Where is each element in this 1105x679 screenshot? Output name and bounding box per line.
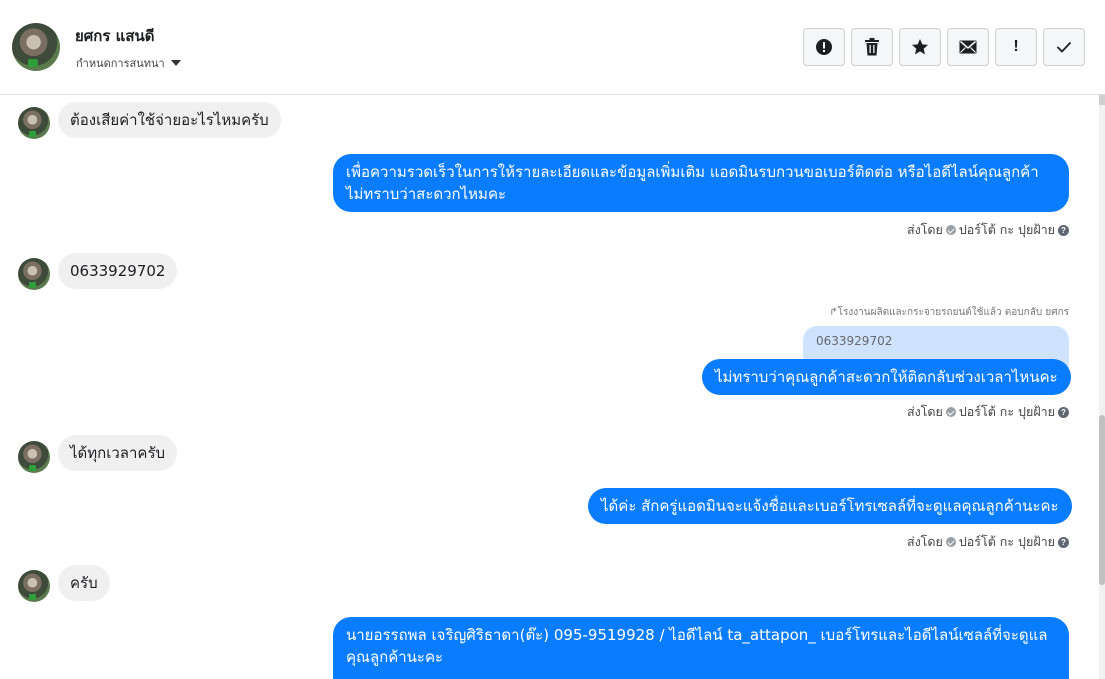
reply-arrow-icon: ↱ — [829, 307, 838, 318]
sender-name[interactable]: ปอร์โต้ กะ ปุยฝ้าย — [959, 532, 1055, 552]
customer-avatar[interactable] — [18, 441, 50, 473]
contact-name[interactable]: ยศกร แสนดี — [75, 24, 155, 48]
exclamation-circle-icon — [816, 39, 832, 55]
outgoing-message: นายอรรถพล เจริญศิริธาดา(ต๊ะ) 095-9519928… — [333, 617, 1069, 679]
trash-icon — [865, 38, 879, 56]
sent-by-info: ส่งโดย ปอร์โต้ กะ ปุยฝ้าย ? — [907, 402, 1069, 422]
conversation-actions: ! — [803, 28, 1085, 66]
outgoing-message: ได้ค่ะ สักครู่แอดมินจะแจ้งชื่อและเบอร์โท… — [588, 488, 1072, 524]
verified-check-icon — [945, 225, 956, 235]
exclamation-icon: ! — [1013, 38, 1019, 55]
checkmark-icon — [1056, 41, 1072, 53]
help-icon[interactable]: ? — [1058, 536, 1069, 548]
verified-check-icon — [945, 537, 956, 547]
star-icon — [912, 39, 928, 55]
follow-up-button[interactable]: ! — [995, 28, 1037, 66]
incoming-message: ครับ — [58, 565, 110, 601]
outgoing-message: ไม่ทราบว่าคุณลูกค้าสะดวกให้ติดกลับช่วงเว… — [702, 359, 1071, 395]
done-button[interactable] — [1043, 28, 1085, 66]
sent-by-label: ส่งโดย — [906, 534, 943, 549]
conversation-header: ยศกร แสนดี กำหนดการสนทนา ! — [0, 0, 1105, 95]
report-button[interactable] — [803, 28, 845, 66]
scrollbar-track-mark — [1099, 95, 1105, 105]
customer-avatar[interactable] — [18, 570, 50, 602]
scrollbar-thumb[interactable] — [1099, 415, 1105, 585]
assign-conversation-dropdown[interactable]: กำหนดการสนทนา — [76, 54, 181, 72]
caret-down-icon — [170, 60, 181, 66]
verified-check-icon — [945, 407, 956, 417]
reply-note-text: โรงงานผลิตและกระจายรถยนต์ใช้แล้ว ตอบกลับ… — [837, 307, 1069, 318]
outgoing-message: เพื่อความรวดเร็วในการให้รายละเอียดและข้อ… — [333, 154, 1069, 212]
contact-avatar[interactable] — [12, 23, 60, 71]
envelope-icon — [959, 40, 977, 54]
incoming-message: ได้ทุกเวลาครับ — [58, 435, 178, 471]
sender-name[interactable]: ปอร์โต้ กะ ปุยฝ้าย — [959, 402, 1055, 422]
thread-scrollbar[interactable] — [1099, 95, 1105, 679]
message-thread: ต้องเสียค่าใช้จ่ายอะไรไหมครับ เพื่อความร… — [0, 95, 1105, 679]
star-button[interactable] — [899, 28, 941, 66]
customer-avatar[interactable] — [18, 107, 50, 139]
customer-avatar[interactable] — [18, 258, 50, 290]
sent-by-label: ส่งโดย — [906, 404, 943, 419]
incoming-message: ต้องเสียค่าใช้จ่ายอะไรไหมครับ — [58, 102, 281, 138]
help-icon[interactable]: ? — [1058, 224, 1069, 236]
sender-name[interactable]: ปอร์โต้ กะ ปุยฝ้าย — [959, 220, 1055, 240]
reply-note: ↱โรงงานผลิตและกระจายรถยนต์ใช้แล้ว ตอบกลั… — [829, 305, 1069, 320]
sent-by-label: ส่งโดย — [906, 222, 943, 237]
help-icon[interactable]: ? — [1058, 406, 1069, 418]
assign-label: กำหนดการสนทนา — [76, 57, 165, 70]
mark-unread-button[interactable] — [947, 28, 989, 66]
sent-by-info: ส่งโดย ปอร์โต้ กะ ปุยฝ้าย ? — [907, 220, 1069, 240]
incoming-message: 0633929702 — [58, 253, 178, 289]
sent-by-info: ส่งโดย ปอร์โต้ กะ ปุยฝ้าย ? — [907, 532, 1069, 552]
delete-button[interactable] — [851, 28, 893, 66]
